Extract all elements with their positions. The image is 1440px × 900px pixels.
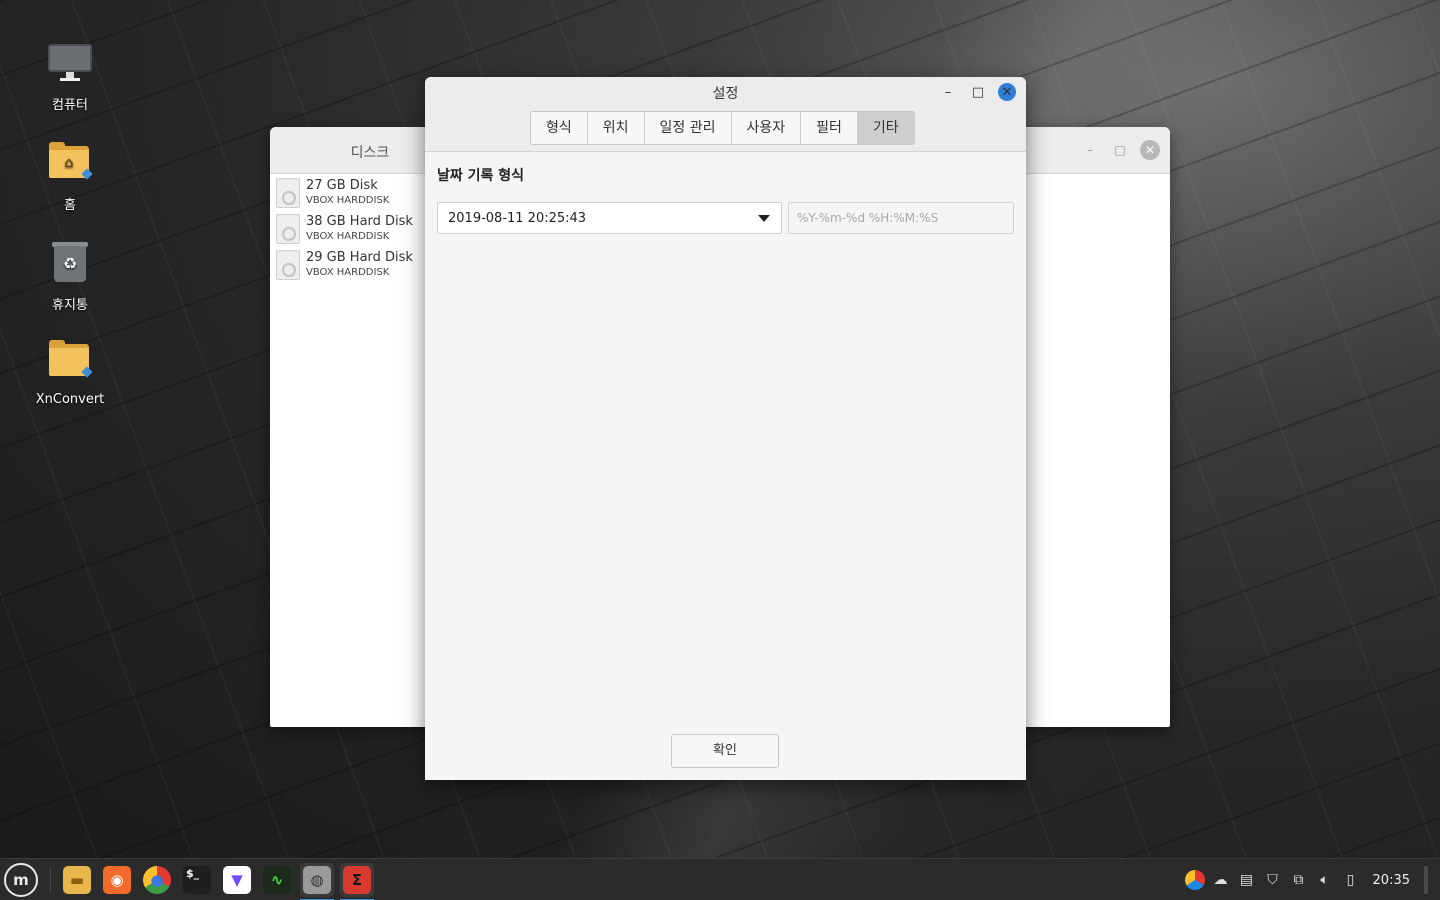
- battery-icon[interactable]: ▯: [1341, 870, 1361, 890]
- cloud-icon[interactable]: ☁: [1211, 870, 1231, 890]
- system-monitor-launcher[interactable]: ∿: [260, 863, 294, 897]
- tab-location[interactable]: 위치: [587, 112, 645, 144]
- volume-icon[interactable]: 🔈︎: [1315, 870, 1335, 890]
- timeshift-launcher[interactable]: Σ: [340, 863, 374, 900]
- disk-item[interactable]: 29 GB Hard Disk VBOX HARDDISK: [270, 247, 430, 283]
- date-format-value: 2019-08-11 20:25:43: [448, 211, 587, 226]
- desktop-icon-home[interactable]: ⌂ 홈: [20, 140, 120, 213]
- hard-disk-icon: [276, 178, 300, 208]
- clipboard-icon[interactable]: ▤: [1237, 870, 1257, 890]
- tab-format[interactable]: 형식: [531, 112, 588, 144]
- disk-model: VBOX HARDDISK: [306, 231, 390, 242]
- folder-icon: [49, 338, 93, 386]
- disk-item[interactable]: 38 GB Hard Disk VBOX HARDDISK: [270, 211, 430, 247]
- ok-button[interactable]: 확인: [671, 734, 779, 768]
- computer-icon: [46, 40, 94, 88]
- desktop-icon-xnconvert[interactable]: XnConvert: [20, 338, 120, 407]
- date-format-heading: 날짜 기록 형식: [437, 168, 525, 184]
- desktop-icon-label: 홈: [64, 198, 76, 213]
- files-launcher[interactable]: ▬: [60, 863, 94, 897]
- show-desktop-button[interactable]: [1424, 866, 1428, 894]
- clock[interactable]: 20:35: [1373, 873, 1410, 888]
- disk-model: VBOX HARDDISK: [306, 267, 390, 278]
- desktop-icon-label: 휴지통: [52, 298, 88, 313]
- taskbar-separator: [50, 867, 51, 893]
- network-icon[interactable]: ⧉: [1289, 870, 1309, 890]
- taskbar: m ▬ ◉ ● $_ ▼ ∿ ◍ Σ ☁ ▤ ⛉ ⧉ 🔈︎ ▯ 20:35: [0, 858, 1440, 900]
- vpn-icon: ▼: [223, 866, 251, 894]
- desktop-icon-label: XnConvert: [35, 392, 105, 407]
- firefox-icon: ◉: [103, 866, 131, 894]
- close-button[interactable]: ✕: [1140, 140, 1160, 160]
- input-method-icon[interactable]: [1184, 870, 1205, 890]
- hard-disk-icon: [276, 214, 300, 244]
- mint-menu-button[interactable]: m: [4, 863, 38, 897]
- activity-graph-icon: ∿: [263, 866, 291, 894]
- minimize-button[interactable]: –: [1080, 140, 1100, 160]
- desktop: 컴퓨터 ⌂ 홈 ♻ 휴지통 XnConvert 디스크 – □ ✕ 27 GB …: [0, 0, 1440, 858]
- disk-list: 27 GB Disk VBOX HARDDISK 38 GB Hard Disk…: [270, 175, 430, 283]
- custom-format-input[interactable]: [788, 202, 1014, 234]
- firefox-launcher[interactable]: ◉: [100, 863, 134, 897]
- disk-item[interactable]: 27 GB Disk VBOX HARDDISK: [270, 175, 430, 211]
- disk-name: 38 GB Hard Disk: [306, 214, 413, 229]
- desktop-icon-trash[interactable]: ♻ 휴지통: [20, 240, 120, 313]
- tab-users[interactable]: 사용자: [731, 112, 802, 144]
- hard-disk-icon: [276, 250, 300, 280]
- maximize-button[interactable]: □: [1110, 140, 1130, 160]
- disk-model: VBOX HARDDISK: [306, 195, 390, 206]
- desktop-icon-computer[interactable]: 컴퓨터: [20, 40, 120, 113]
- home-folder-icon: ⌂: [49, 140, 93, 188]
- disks-launcher[interactable]: ◍: [300, 863, 334, 900]
- close-button[interactable]: ✕: [998, 83, 1016, 101]
- tab-filters[interactable]: 필터: [801, 112, 858, 144]
- tab-schedule[interactable]: 일정 관리: [644, 112, 732, 144]
- terminal-icon: $_: [183, 866, 211, 894]
- minimize-button[interactable]: –: [938, 82, 958, 102]
- desktop-icon-label: 컴퓨터: [52, 98, 88, 113]
- protonvpn-launcher[interactable]: ▼: [220, 863, 254, 897]
- system-tray: ☁ ▤ ⛉ ⧉ 🔈︎ ▯ 20:35: [1184, 859, 1440, 900]
- trash-icon: ♻: [46, 240, 94, 288]
- dialog-title: 설정: [712, 86, 739, 102]
- date-format-combobox[interactable]: 2019-08-11 20:25:43: [437, 202, 782, 234]
- disk-name: 29 GB Hard Disk: [306, 250, 413, 265]
- settings-titlebar[interactable]: 설정 – □ ✕ 형식 위치 일정 관리 사용자 필터 기타: [425, 77, 1026, 152]
- timeshift-icon: Σ: [343, 866, 371, 894]
- settings-dialog: 설정 – □ ✕ 형식 위치 일정 관리 사용자 필터 기타 날짜 기록 형식 …: [425, 77, 1026, 780]
- folder-icon: ▬: [63, 866, 91, 894]
- settings-tabs: 형식 위치 일정 관리 사용자 필터 기타: [530, 111, 915, 145]
- terminal-launcher[interactable]: $_: [180, 863, 214, 897]
- maximize-button[interactable]: □: [968, 82, 988, 102]
- chrome-launcher[interactable]: ●: [140, 863, 174, 897]
- disk-utility-icon: ◍: [303, 866, 331, 894]
- dropdown-arrow-icon: [758, 215, 770, 222]
- shield-icon[interactable]: ⛉: [1263, 870, 1283, 890]
- tab-misc[interactable]: 기타: [857, 112, 914, 144]
- chrome-icon: ●: [143, 866, 171, 894]
- disk-name: 27 GB Disk: [306, 178, 378, 193]
